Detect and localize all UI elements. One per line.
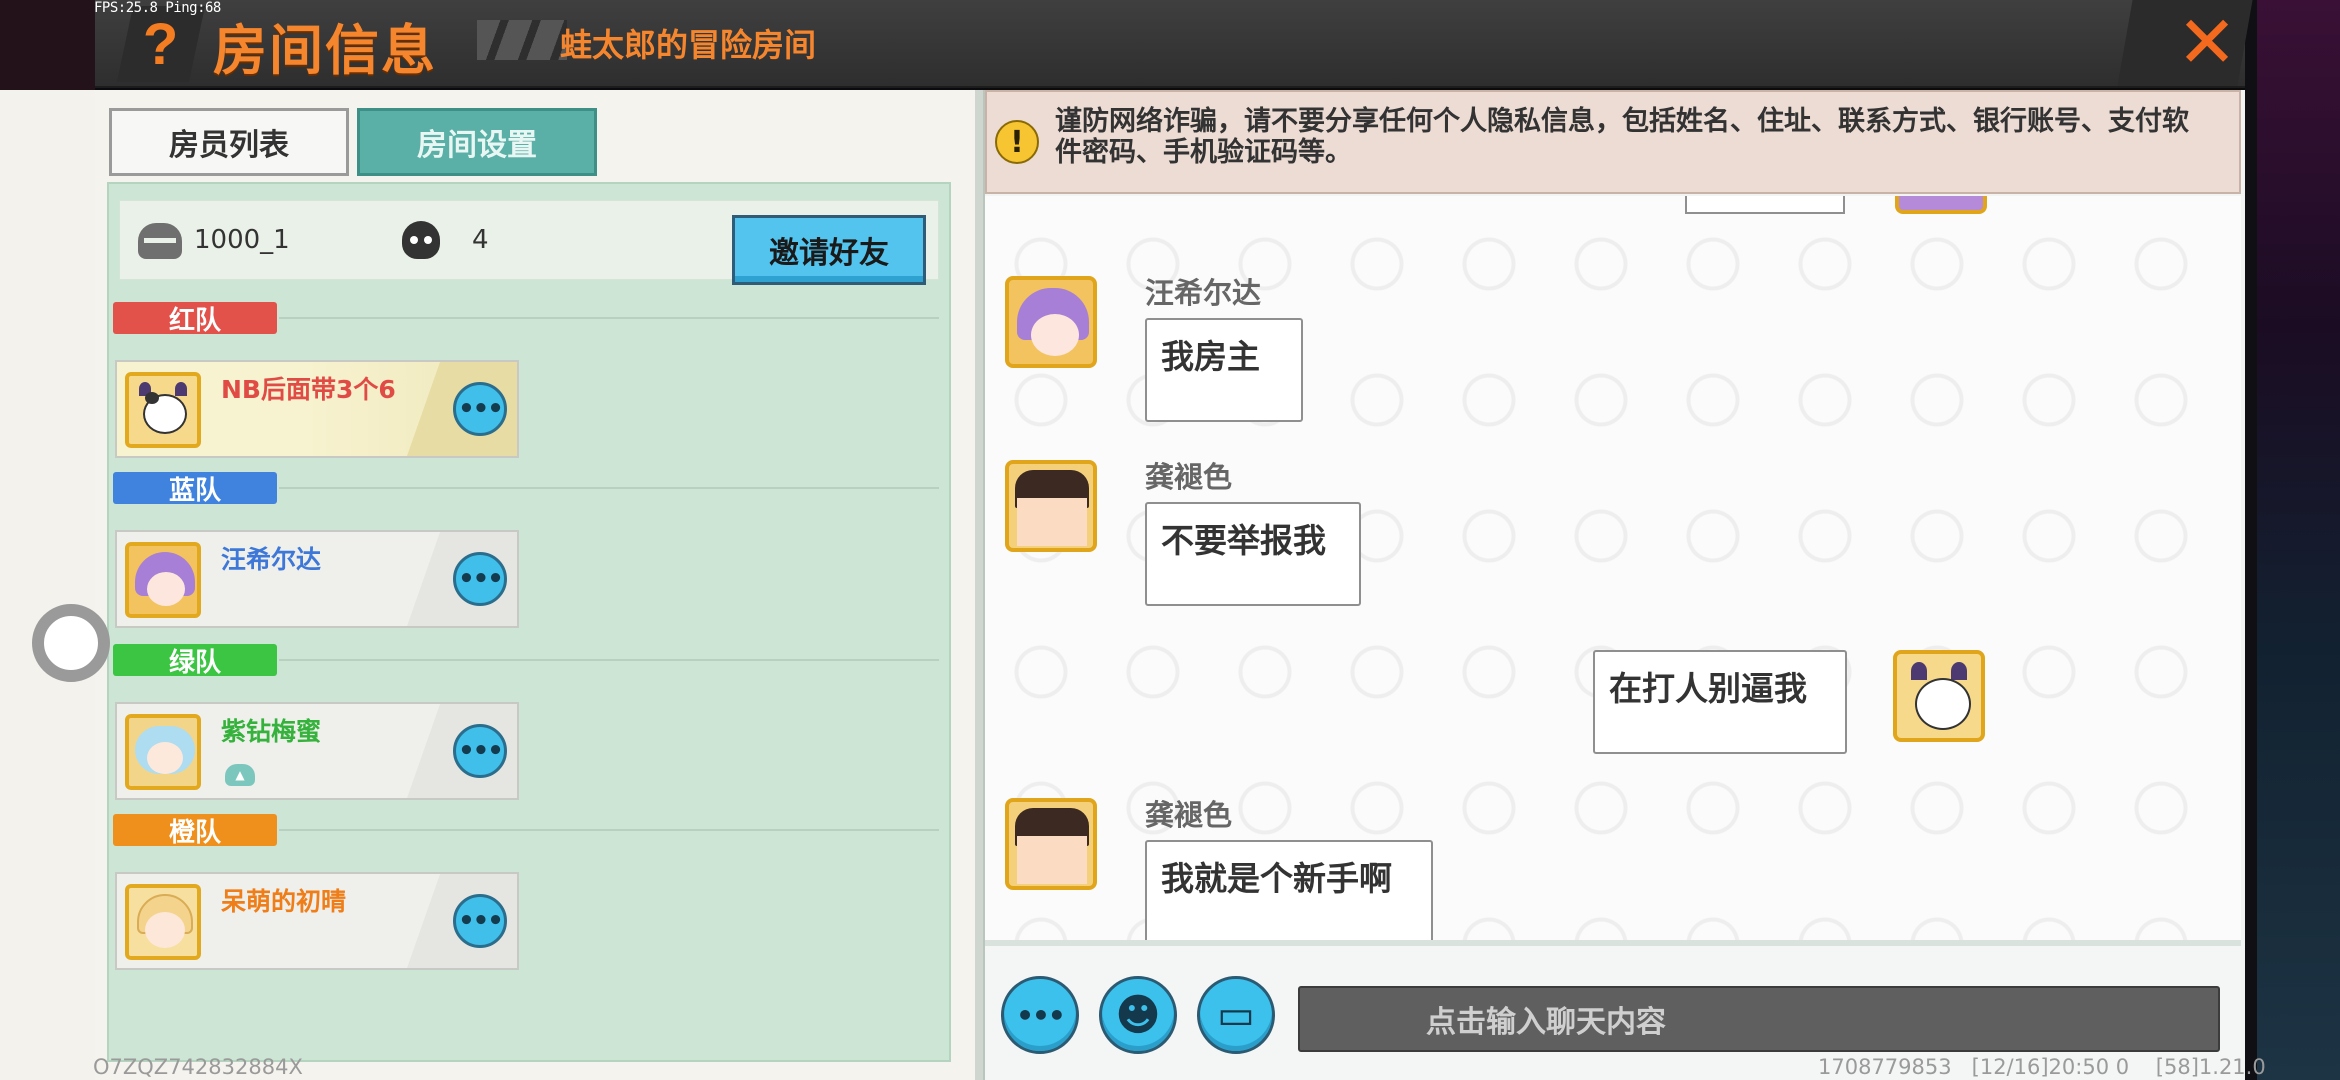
message-bubble[interactable]: 我就是个新手啊 [1145, 840, 1433, 940]
version-info: 1708779853 [12/16]20:50 0 [58]1.21.0 [1818, 1055, 2266, 1079]
room-name: 蛙太郎的冒险房间 [560, 26, 817, 64]
chat-avatar[interactable] [1005, 276, 1097, 368]
message-bubble-self[interactable]: 在打人别逼我 [1593, 650, 1847, 754]
chat-avatar[interactable] [1005, 460, 1097, 552]
team-label-red: 红队 [113, 302, 277, 336]
member-card[interactable]: 紫钻梅蜜 ▲ ••• [115, 702, 519, 800]
divider [279, 317, 939, 319]
message-sender: 龚褪色 [1145, 460, 1233, 494]
header-decoration [477, 20, 567, 60]
avatar[interactable] [125, 714, 201, 790]
chat-input-field[interactable]: 点击输入聊天内容 [1298, 986, 2220, 1052]
help-button[interactable]: ? [116, 6, 206, 82]
panel-divider [975, 90, 983, 1080]
player-count-icon [402, 221, 440, 259]
device-id: O7ZQZ742832884X [93, 1055, 303, 1079]
chat-avatar[interactable] [1005, 798, 1097, 890]
member-name: NB后面带3个6 [221, 375, 396, 404]
room-info-bar: 1000_1 4 邀请好友 [119, 200, 939, 285]
member-list-container: 1000_1 4 邀请好友 红队 NB后面带3个6 ••• 蓝队 汪希尔达 ••… [107, 182, 951, 1062]
divider [279, 487, 939, 489]
divider [279, 659, 939, 661]
member-card[interactable]: 汪希尔达 ••• [115, 530, 519, 628]
floating-assistive-button[interactable] [32, 604, 110, 682]
tab-member-list[interactable]: 房员列表 [109, 108, 349, 176]
page-title: 房间信息 [213, 19, 437, 82]
warning-text: 谨防网络诈骗，请不要分享任何个人隐私信息，包括姓名、住址、联系方式、银行账号、支… [1055, 106, 2189, 168]
chat-more-button[interactable]: ••• [1001, 976, 1079, 1054]
background-left-margin [0, 90, 95, 1080]
background-left-strip [0, 0, 95, 90]
member-more-button[interactable]: ••• [453, 552, 507, 606]
emoji-button[interactable]: ☻ [1099, 976, 1177, 1054]
help-icon: ? [143, 11, 179, 77]
room-icon [138, 223, 182, 259]
chat-panel: ! 谨防网络诈骗，请不要分享任何个人隐私信息，包括姓名、住址、联系方式、银行账号… [983, 90, 2245, 1080]
member-name: 呆萌的初晴 [221, 887, 347, 916]
close-button[interactable]: ✕ [2172, 0, 2242, 84]
avatar[interactable] [125, 372, 201, 448]
header-bar: ? 房间信息 蛙太郎的冒险房间 ✕ [95, 0, 2253, 88]
message-sender: 汪希尔达 [1145, 276, 1262, 310]
member-card[interactable]: NB后面带3个6 ••• [115, 360, 519, 458]
message-bubble-partial [1685, 196, 1845, 214]
background-game-scenery [2245, 0, 2340, 1080]
team-label-blue: 蓝队 [113, 472, 277, 506]
member-name: 汪希尔达 [221, 545, 322, 574]
player-count: 4 [472, 225, 489, 255]
chat-avatar-self[interactable] [1893, 650, 1985, 742]
avatar[interactable] [125, 542, 201, 618]
message-bubble[interactable]: 我房主 [1145, 318, 1303, 422]
member-more-button[interactable]: ••• [453, 894, 507, 948]
invite-friends-button[interactable]: 邀请好友 [732, 215, 926, 285]
room-id: 1000_1 [194, 225, 290, 255]
fps-ping-readout: FPS:25.8 Ping:68 [94, 0, 221, 16]
team-label-green: 绿队 [113, 644, 277, 678]
members-panel: 房员列表 房间设置 1000_1 4 邀请好友 红队 NB后面带3个6 ••• … [95, 90, 975, 1080]
member-more-button[interactable]: ••• [453, 724, 507, 778]
keyboard-button[interactable]: ▭ [1197, 976, 1275, 1054]
message-bubble[interactable]: 不要举报我 [1145, 502, 1361, 606]
fraud-warning-banner: ! 谨防网络诈骗，请不要分享任何个人隐私信息，包括姓名、住址、联系方式、银行账号… [985, 90, 2241, 194]
avatar[interactable] [125, 884, 201, 960]
cloud-icon: ▲ [225, 764, 255, 786]
member-more-button[interactable]: ••• [453, 382, 507, 436]
tab-room-settings[interactable]: 房间设置 [357, 108, 597, 176]
avatar-partial [1895, 196, 1987, 214]
member-name: 紫钻梅蜜 [221, 717, 322, 746]
chat-message-list[interactable]: 汪希尔达 我房主 龚褪色 不要举报我 在打人别逼我 龚褪色 我就是个新手啊 [985, 196, 2241, 940]
member-card[interactable]: 呆萌的初晴 ••• [115, 872, 519, 970]
message-sender: 龚褪色 [1145, 798, 1233, 832]
divider [279, 829, 939, 831]
team-label-orange: 橙队 [113, 814, 277, 848]
warning-icon: ! [995, 120, 1039, 164]
